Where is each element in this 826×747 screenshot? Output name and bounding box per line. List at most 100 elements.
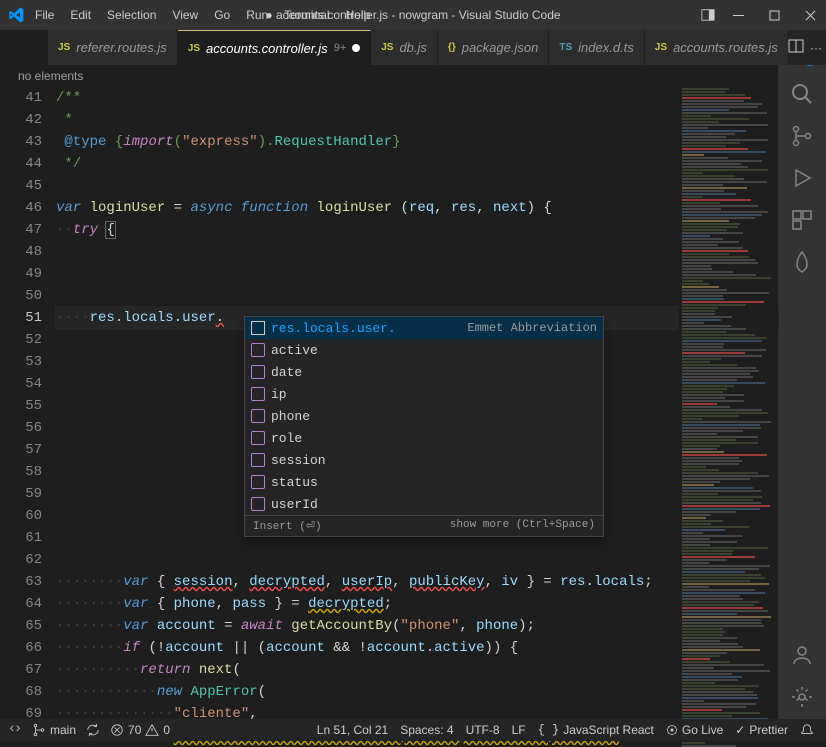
layout-toggle-icon[interactable] — [700, 7, 716, 23]
suggest-item[interactable]: date — [245, 361, 603, 383]
line-number[interactable]: 51 — [0, 307, 42, 329]
line-number[interactable]: 62 — [0, 549, 42, 571]
code-line[interactable]: ········var { phone, pass } = decrypted; — [56, 593, 778, 615]
eol[interactable]: LF — [512, 723, 526, 737]
line-number[interactable]: 63 — [0, 571, 42, 593]
source-control-icon[interactable] — [790, 124, 814, 148]
line-number[interactable]: 50 — [0, 285, 42, 307]
cursor-position[interactable]: Ln 51, Col 21 — [317, 723, 388, 737]
menu-view[interactable]: View — [165, 4, 205, 26]
code-line[interactable] — [56, 241, 778, 263]
line-number[interactable]: 59 — [0, 483, 42, 505]
line-number[interactable]: 64 — [0, 593, 42, 615]
suggest-item[interactable]: status — [245, 471, 603, 493]
code-line[interactable]: ············new AppError( — [56, 681, 778, 703]
line-number[interactable]: 42 — [0, 109, 42, 131]
suggest-item[interactable]: session — [245, 449, 603, 471]
line-number[interactable]: 57 — [0, 439, 42, 461]
line-number[interactable]: 55 — [0, 395, 42, 417]
line-number[interactable]: 47 — [0, 219, 42, 241]
notifications-icon[interactable] — [800, 723, 814, 737]
line-number[interactable]: 46 — [0, 197, 42, 219]
remote-icon[interactable] — [8, 723, 22, 737]
tab-db.js[interactable]: JSdb.js — [371, 30, 438, 65]
code-line[interactable] — [56, 285, 778, 307]
line-number[interactable]: 53 — [0, 351, 42, 373]
tab-index.d.ts[interactable]: TSindex.d.ts — [549, 30, 644, 65]
tab-label: index.d.ts — [578, 40, 634, 55]
close-icon[interactable] — [802, 7, 818, 23]
line-number[interactable]: 44 — [0, 153, 42, 175]
menu-selection[interactable]: Selection — [100, 4, 163, 26]
settings-gear-icon[interactable] — [790, 685, 814, 709]
menu-go[interactable]: Go — [207, 4, 237, 26]
line-number[interactable]: 67 — [0, 659, 42, 681]
line-number[interactable]: 41 — [0, 87, 42, 109]
suggest-item-selected[interactable]: res.locals.user.Emmet Abbreviation — [245, 317, 603, 339]
branch-label: main — [50, 723, 76, 737]
suggest-label: date — [271, 365, 302, 380]
code-line[interactable]: * — [56, 109, 778, 131]
minimize-icon[interactable] — [730, 7, 746, 23]
breadcrumb[interactable]: no elements — [0, 65, 778, 87]
language-mode[interactable]: { } JavaScript React — [538, 723, 654, 737]
code-line[interactable] — [56, 263, 778, 285]
tab-modified-count: 9+ — [334, 42, 347, 54]
suggest-item[interactable]: active — [245, 339, 603, 361]
json-file-icon: {} — [448, 42, 456, 53]
line-number[interactable]: 52 — [0, 329, 42, 351]
sync-icon[interactable] — [86, 723, 100, 737]
tab-accounts.controller.js[interactable]: JSaccounts.controller.js9+ — [178, 30, 371, 65]
code-line[interactable]: ··········return next( — [56, 659, 778, 681]
menu-edit[interactable]: Edit — [63, 4, 98, 26]
maximize-icon[interactable] — [766, 7, 782, 23]
suggest-item[interactable]: ip — [245, 383, 603, 405]
line-number[interactable]: 45 — [0, 175, 42, 197]
split-editor-icon[interactable] — [788, 38, 804, 57]
code-line[interactable]: /** — [56, 87, 778, 109]
line-number[interactable]: 49 — [0, 263, 42, 285]
line-number[interactable]: 61 — [0, 527, 42, 549]
line-number[interactable]: 43 — [0, 131, 42, 153]
line-number[interactable]: 60 — [0, 505, 42, 527]
code-line[interactable]: ········var { session, decrypted, userIp… — [56, 571, 778, 593]
tab-accounts.routes.js[interactable]: JSaccounts.routes.js — [645, 30, 789, 65]
problems-errors[interactable]: 70 0 — [110, 723, 170, 737]
suggest-item[interactable]: role — [245, 427, 603, 449]
minimap[interactable] — [678, 87, 778, 719]
suggest-item[interactable]: phone — [245, 405, 603, 427]
suggest-widget[interactable]: res.locals.user.Emmet Abbreviationactive… — [244, 316, 604, 537]
extensions-icon[interactable] — [790, 208, 814, 232]
code-line[interactable]: ········var account = await getAccountBy… — [56, 615, 778, 637]
menu-file[interactable]: File — [28, 4, 61, 26]
more-actions-icon[interactable]: ··· — [810, 41, 822, 55]
code-line[interactable] — [56, 175, 778, 197]
encoding[interactable]: UTF-8 — [466, 723, 500, 737]
prettier[interactable]: ✓ Prettier — [735, 723, 788, 737]
title-bar-right — [700, 7, 818, 23]
tab-referer.routes.js[interactable]: JSreferer.routes.js — [48, 30, 178, 65]
code-line[interactable]: ········if (!account || (account && !acc… — [56, 637, 778, 659]
line-number[interactable]: 66 — [0, 637, 42, 659]
code-line[interactable]: @type {import("express").RequestHandler} — [56, 131, 778, 153]
account-icon[interactable] — [790, 643, 814, 667]
code-line[interactable]: ··try { — [56, 219, 778, 241]
suggest-more-hint[interactable]: show more (Ctrl+Space) — [450, 519, 595, 533]
code-line[interactable] — [56, 549, 778, 571]
go-live[interactable]: Go Live — [666, 723, 723, 737]
line-number[interactable]: 65 — [0, 615, 42, 637]
line-number[interactable]: 68 — [0, 681, 42, 703]
git-branch[interactable]: main — [32, 723, 76, 737]
line-number[interactable]: 56 — [0, 417, 42, 439]
code-line[interactable]: */ — [56, 153, 778, 175]
line-number[interactable]: 58 — [0, 461, 42, 483]
line-number[interactable]: 54 — [0, 373, 42, 395]
mongodb-icon[interactable] — [790, 250, 814, 274]
debug-icon[interactable] — [790, 166, 814, 190]
suggest-item[interactable]: userId — [245, 493, 603, 515]
indentation[interactable]: Spaces: 4 — [400, 723, 453, 737]
code-line[interactable]: var loginUser = async function loginUser… — [56, 197, 778, 219]
tab-package.json[interactable]: {}package.json — [438, 30, 549, 65]
search-icon[interactable] — [790, 82, 814, 106]
line-number[interactable]: 48 — [0, 241, 42, 263]
